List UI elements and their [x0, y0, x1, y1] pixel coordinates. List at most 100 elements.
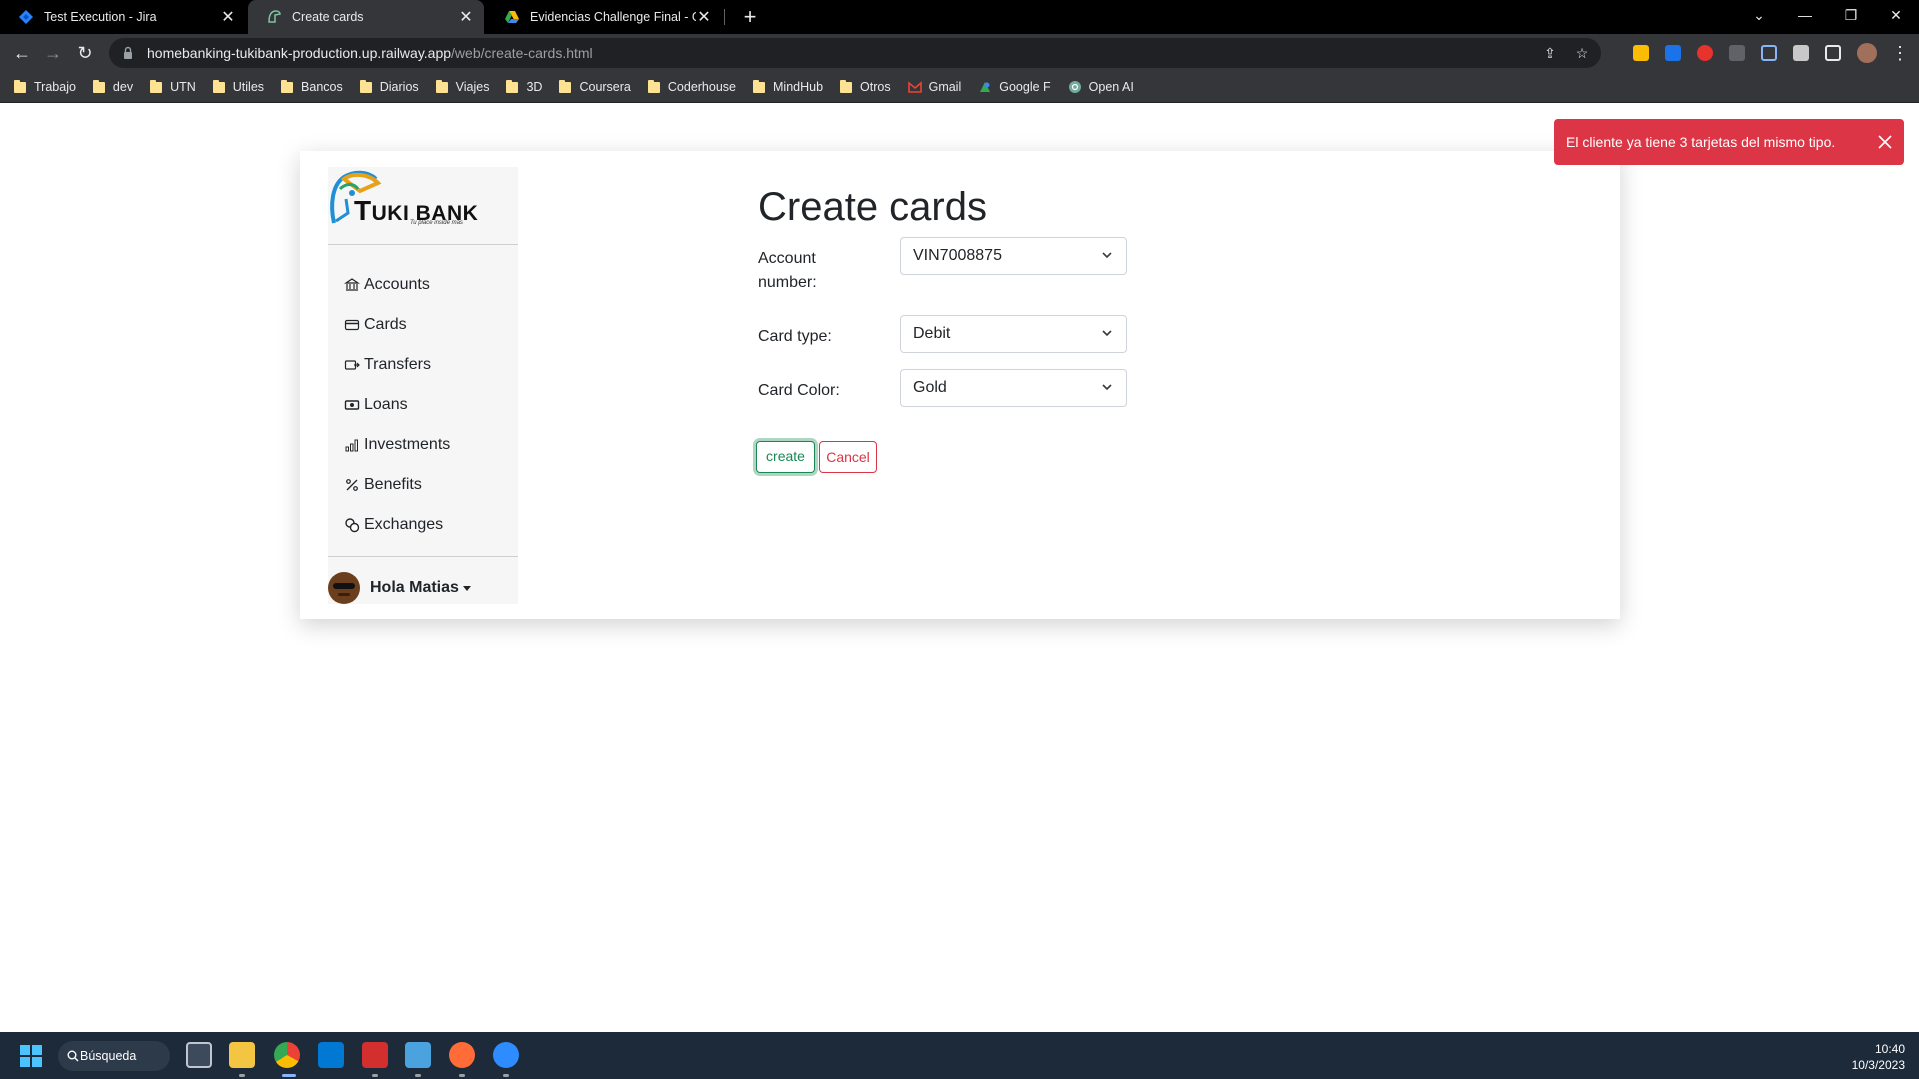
tab-evidencias[interactable]: Evidencias Challenge Final - Goo ✕	[486, 0, 722, 34]
create-button[interactable]: create	[756, 441, 815, 473]
bookmark-folder[interactable]: Bancos	[281, 79, 343, 94]
tukibank-logo[interactable]: TUKI BANK Tu place inside más	[328, 167, 518, 245]
avatar	[328, 572, 360, 604]
postman-icon[interactable]	[449, 1042, 475, 1068]
puzzle-icon[interactable]	[1793, 45, 1809, 61]
sidebar-item-transfers[interactable]: Transfers	[328, 345, 518, 385]
folder-icon	[506, 79, 519, 93]
chevron-down-icon	[1102, 384, 1112, 391]
folder-icon	[212, 79, 225, 93]
bookmark-folder[interactable]: dev	[92, 79, 133, 94]
profile-avatar[interactable]	[1857, 43, 1877, 63]
sidebar: TUKI BANK Tu place inside más Accounts C…	[328, 167, 518, 604]
bookmark-folder[interactable]: Otros	[840, 79, 891, 94]
sidebar-item-loans[interactable]: Loans	[328, 385, 518, 425]
bookmark-folder[interactable]: Coderhouse	[647, 79, 736, 94]
link-ext-icon[interactable]	[1761, 45, 1777, 61]
page-title: Create cards	[758, 185, 987, 229]
cancel-button[interactable]: Cancel	[819, 441, 877, 473]
bookmark-folder[interactable]: UTN	[150, 79, 196, 94]
sidebar-divider	[328, 556, 518, 557]
running-indicator	[239, 1074, 245, 1077]
bar-chart-icon	[345, 439, 358, 452]
adblock-ext-icon[interactable]	[1697, 45, 1713, 61]
card-type-select[interactable]: Debit	[900, 315, 1127, 353]
sidebar-item-investments[interactable]: Investments	[328, 425, 518, 465]
bookmark-folder[interactable]: Viajes	[435, 79, 489, 94]
forward-button[interactable]: →	[39, 39, 67, 67]
chrome-menu-button[interactable]: ⋮	[1886, 39, 1914, 67]
sidebar-item-label: Investments	[364, 436, 451, 453]
close-icon[interactable]	[1876, 133, 1894, 151]
bookmark-openai[interactable]: Open AI	[1068, 80, 1134, 94]
card-color-label: Card Color:	[758, 382, 840, 399]
cash-icon	[344, 400, 360, 410]
reload-button[interactable]: ↻	[71, 39, 99, 67]
windows-start-icon[interactable]	[20, 1045, 42, 1067]
sidebar-item-benefits[interactable]: Benefits	[328, 465, 518, 505]
sidebar-item-label: Benefits	[364, 476, 422, 493]
close-icon[interactable]: ✕	[696, 7, 712, 27]
zoom-icon[interactable]	[493, 1042, 519, 1068]
card-color-select[interactable]: Gold	[900, 369, 1127, 407]
error-toast: El cliente ya tiene 3 tarjetas del mismo…	[1554, 119, 1904, 165]
sidebar-item-label: Accounts	[364, 276, 430, 293]
tab-jira[interactable]: Test Execution - Jira ✕	[0, 0, 246, 34]
running-indicator	[503, 1074, 509, 1077]
acrobat-icon[interactable]	[362, 1042, 388, 1068]
toast-message: El cliente ya tiene 3 tarjetas del mismo…	[1566, 134, 1836, 150]
notepad-icon[interactable]	[405, 1042, 431, 1068]
openai-icon	[1068, 81, 1081, 93]
taskbar-search[interactable]: Búsqueda	[58, 1041, 170, 1071]
new-tab-button[interactable]: +	[737, 4, 763, 30]
bookmark-gmail[interactable]: Gmail	[907, 80, 961, 94]
folder-icon	[14, 79, 26, 93]
restore-button[interactable]: ❐	[1828, 0, 1874, 34]
folder-icon	[559, 79, 572, 93]
sidebar-item-accounts[interactable]: Accounts	[328, 265, 518, 305]
account-number-select[interactable]: VIN7008875	[900, 237, 1127, 275]
bookmark-folder[interactable]: Utiles	[212, 79, 264, 94]
sidepanel-icon[interactable]	[1825, 45, 1841, 61]
chevron-down-icon	[1102, 252, 1112, 259]
close-icon[interactable]: ✕	[220, 7, 236, 27]
user-menu[interactable]: Hola Matias	[328, 571, 471, 605]
sidebar-nav: Accounts Cards Transfers Loans Investmen…	[328, 265, 518, 545]
file-explorer-icon[interactable]	[229, 1042, 255, 1068]
share-icon[interactable]: ⇪	[1541, 44, 1559, 62]
facebook-ext-icon[interactable]	[1729, 45, 1745, 61]
vscode-icon[interactable]	[318, 1042, 344, 1068]
search-icon	[67, 1050, 79, 1062]
sidebar-item-cards[interactable]: Cards	[328, 305, 518, 345]
browser-toolbar: ← → ↻ homebanking-tukibank-production.up…	[0, 34, 1919, 72]
star-icon[interactable]: ☆	[1573, 44, 1591, 62]
task-view-icon[interactable]	[186, 1042, 212, 1068]
minimize-button[interactable]: —	[1782, 0, 1828, 34]
sidebar-item-label: Transfers	[364, 356, 431, 373]
chrome-icon[interactable]	[274, 1042, 300, 1068]
web-page: TUKI BANK Tu place inside más Accounts C…	[0, 103, 1919, 1032]
folder-icon	[150, 79, 163, 93]
bookmark-folder[interactable]: 3D	[506, 79, 542, 94]
folder-icon	[281, 79, 294, 93]
tab-create-cards[interactable]: Create cards ✕	[248, 0, 484, 34]
close-window-button[interactable]: ✕	[1873, 0, 1919, 34]
bookmark-folder[interactable]: MindHub	[753, 79, 823, 94]
address-bar[interactable]: homebanking-tukibank-production.up.railw…	[109, 38, 1601, 68]
bookmark-ext-icon[interactable]	[1633, 45, 1649, 61]
bookmark-folder[interactable]: Coursera	[559, 79, 631, 94]
sidebar-item-label: Loans	[364, 396, 408, 413]
tab-search-button[interactable]: ⌄	[1736, 0, 1782, 34]
sidebar-item-exchanges[interactable]: Exchanges	[328, 505, 518, 545]
bookmark-folder[interactable]: Trabajo	[14, 79, 76, 94]
bookmark-folder[interactable]: Diarios	[359, 79, 419, 94]
download-ext-icon[interactable]	[1665, 45, 1681, 61]
credit-card-icon	[344, 319, 360, 331]
running-indicator	[415, 1074, 421, 1077]
back-button[interactable]: ←	[8, 39, 36, 67]
coins-icon	[345, 518, 360, 533]
bookmark-google-forms[interactable]: Google F	[978, 80, 1051, 94]
chevron-down-icon	[1102, 330, 1112, 337]
close-icon[interactable]: ✕	[458, 7, 474, 27]
system-clock[interactable]: 10:40 10/3/2023	[1852, 1041, 1905, 1073]
